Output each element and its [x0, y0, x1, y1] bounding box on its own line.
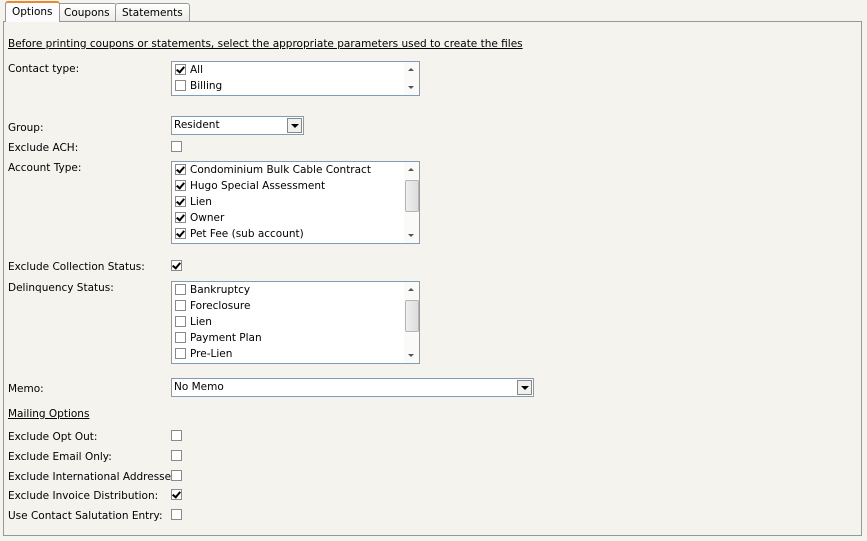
chevron-down-icon[interactable] [287, 118, 302, 133]
checkbox[interactable] [175, 212, 186, 223]
list-item-label: Pre-Lien [190, 348, 233, 360]
mailing-option-label: Exclude International Addresse [8, 471, 172, 483]
delinquency-list[interactable]: Bankruptcy Foreclosure Lien Payment Plan Pre… [171, 281, 420, 364]
list-item[interactable]: Billing [172, 78, 419, 94]
scroll-up-icon[interactable] [408, 288, 414, 291]
list-item-label: Hugo Special Assessment [190, 180, 326, 192]
scrollbar[interactable] [404, 282, 419, 363]
checkbox[interactable] [175, 196, 186, 207]
contact-type-label: Contact type: [8, 63, 80, 75]
scrollbar[interactable] [404, 62, 419, 95]
contact-type-list[interactable]: All Billing [171, 61, 420, 96]
account-type-label: Account Type: [8, 162, 82, 174]
list-item-label: Lien [190, 316, 212, 328]
checkbox[interactable] [175, 80, 186, 91]
mailing-options-title: Mailing Options [8, 408, 90, 420]
scroll-down-icon[interactable] [408, 354, 414, 357]
checkbox[interactable] [175, 348, 186, 359]
scrollbar[interactable] [404, 162, 419, 243]
mailing-option-label: Exclude Email Only: [8, 451, 112, 463]
delinquency-label: Delinquency Status: [8, 282, 114, 294]
group-value: Resident [174, 119, 220, 131]
list-item[interactable]: Hugo Special Assessment [172, 178, 419, 194]
chevron-down-icon[interactable] [517, 380, 532, 395]
group-label: Group: [8, 122, 44, 134]
scroll-down-icon[interactable] [408, 234, 414, 237]
list-item-label: Pet Fee (sub account) [190, 228, 304, 240]
memo-value: No Memo [174, 381, 224, 393]
exclude-ach-checkbox[interactable] [171, 141, 182, 152]
checkbox[interactable] [175, 284, 186, 295]
list-item[interactable]: Lien [172, 314, 419, 330]
options-panel [3, 21, 862, 536]
checkbox[interactable] [175, 316, 186, 327]
list-item-label: Billing [190, 80, 223, 92]
list-item-label: Condominium Bulk Cable Contract [190, 164, 371, 176]
list-item-label: Foreclosure [190, 300, 251, 312]
list-item[interactable]: Bankruptcy [172, 282, 419, 298]
list-item[interactable]: Owner [172, 210, 419, 226]
mailing-option-checkbox[interactable] [171, 450, 182, 461]
list-item[interactable]: Payment Plan [172, 330, 419, 346]
list-item-label: Owner [190, 212, 225, 224]
list-item[interactable]: All [172, 62, 419, 78]
list-item[interactable]: Pet Fee (sub account) [172, 226, 419, 242]
exclude-ach-label: Exclude ACH: [8, 142, 79, 154]
list-item[interactable]: Pre-Lien [172, 346, 419, 362]
exclude-collection-label: Exclude Collection Status: [8, 261, 145, 273]
list-item-label: Payment Plan [190, 332, 262, 344]
account-type-list[interactable]: Condominium Bulk Cable Contract Hugo Spec… [171, 161, 420, 244]
list-item-label: Lien [190, 196, 212, 208]
list-item[interactable]: Condominium Bulk Cable Contract [172, 162, 419, 178]
group-select[interactable]: Resident [171, 116, 304, 135]
memo-label: Memo: [8, 383, 44, 395]
exclude-collection-checkbox[interactable] [171, 260, 182, 271]
mailing-option-checkbox[interactable] [171, 430, 182, 441]
checkbox[interactable] [175, 164, 186, 175]
mailing-option-label: Exclude Opt Out: [8, 431, 98, 443]
checkbox[interactable] [175, 228, 186, 239]
list-item-label: Bankruptcy [190, 284, 251, 296]
mailing-option-checkbox[interactable] [171, 470, 182, 481]
tab-coupons[interactable]: Coupons [57, 3, 117, 21]
scroll-thumb[interactable] [405, 300, 419, 332]
tab-statements[interactable]: Statements [115, 3, 190, 21]
mailing-option-label: Use Contact Salutation Entry: [8, 510, 163, 522]
scroll-down-icon[interactable] [408, 86, 414, 89]
scroll-thumb[interactable] [405, 180, 419, 212]
scroll-up-icon[interactable] [408, 68, 414, 71]
checkbox[interactable] [175, 64, 186, 75]
intro-text: Before printing coupons or statements, s… [8, 38, 523, 50]
list-item[interactable]: Foreclosure [172, 298, 419, 314]
checkbox[interactable] [175, 300, 186, 311]
list-item[interactable]: Lien [172, 194, 419, 210]
list-item-label: All [190, 64, 204, 76]
mailing-option-checkbox[interactable] [171, 489, 182, 500]
tab-options[interactable]: Options [5, 1, 60, 22]
mailing-option-label: Exclude Invoice Distribution: [8, 490, 159, 502]
scroll-up-icon[interactable] [408, 168, 414, 171]
checkbox[interactable] [175, 180, 186, 191]
memo-select[interactable]: No Memo [171, 378, 534, 397]
checkbox[interactable] [175, 332, 186, 343]
mailing-option-checkbox[interactable] [171, 509, 182, 520]
